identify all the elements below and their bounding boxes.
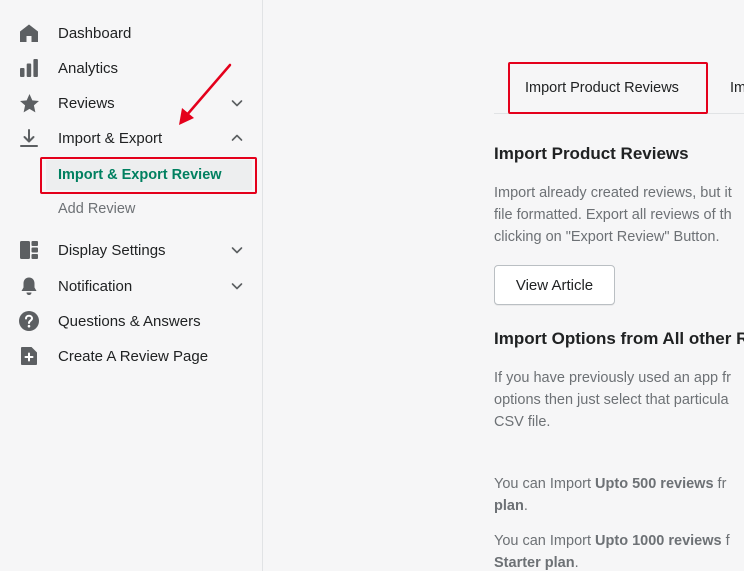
sidebar-item-label: Reviews [58, 94, 115, 112]
sidebar-item-label: Import & Export [58, 129, 163, 147]
section-description: If you have previously used an app fr op… [494, 367, 731, 433]
plan-text: f [721, 533, 730, 549]
tab-import-other[interactable]: Im [730, 62, 744, 114]
plan-limit: Upto 1000 reviews [595, 533, 722, 549]
chevron-down-icon[interactable] [229, 278, 245, 294]
download-icon [18, 127, 40, 149]
home-icon [18, 22, 40, 44]
main-content: Import Product Reviews Im Import Product… [264, 0, 744, 571]
chevron-up-icon[interactable] [229, 130, 245, 146]
plan-text: You can Import [494, 533, 596, 549]
plan-text: You can Import [494, 476, 596, 492]
plan-name: plan [494, 498, 524, 514]
sidebar-item-label: Create A Review Page [58, 347, 209, 365]
plan-limit-text: You can Import Upto 1000 reviews f Start… [494, 533, 730, 571]
description-line: file formatted. Export all reviews of th [494, 207, 732, 223]
tab-bar: Import Product Reviews Im [494, 62, 744, 114]
tab-label: Import Product Reviews [525, 80, 679, 96]
tab-import-product-reviews[interactable]: Import Product Reviews [525, 62, 679, 114]
sidebar-item-label: Analytics [58, 59, 119, 77]
add-page-icon [18, 345, 40, 367]
sidebar-item-create-review-page[interactable]: Create A Review Page [0, 341, 263, 371]
plan-limit-text: You can Import Upto 500 reviews fr plan. [494, 476, 727, 514]
sidebar-subitem-add-review[interactable]: Add Review [46, 194, 252, 224]
star-icon [18, 92, 40, 114]
sidebar-item-label: Display Settings [58, 241, 166, 259]
layout-icon [18, 239, 40, 261]
plan-name: Starter plan [494, 555, 575, 571]
description-line: options then just select that particula [494, 392, 729, 408]
section-description: Import already created reviews, but it f… [494, 182, 732, 248]
chevron-down-icon[interactable] [229, 242, 245, 258]
sidebar-subitem-label: Import & Export Review [58, 167, 222, 183]
bell-icon [18, 275, 40, 297]
section-heading: Import Product Reviews [494, 144, 689, 163]
sidebar-item-label: Questions & Answers [58, 312, 201, 330]
section-heading: Import Options from All other R [494, 329, 744, 348]
sidebar-item-notification[interactable]: Notification [0, 271, 263, 301]
plan-text: fr [713, 476, 727, 492]
sidebar-item-label: Notification [58, 277, 133, 295]
sidebar-subitem-import-export-review[interactable]: Import & Export Review [46, 160, 252, 190]
description-line: Import already created reviews, but it [494, 185, 732, 201]
view-article-button[interactable]: View Article [494, 265, 615, 305]
description-line: If you have previously used an app fr [494, 370, 731, 386]
sidebar-subitem-label: Add Review [58, 201, 136, 217]
tab-label: Im [730, 80, 744, 96]
description-line: clicking on "Export Review" Button. [494, 229, 720, 245]
sidebar-item-display-settings[interactable]: Display Settings [0, 235, 263, 265]
plan-limit: Upto 500 reviews [595, 476, 714, 492]
sidebar-item-questions-answers[interactable]: Questions & Answers [0, 306, 263, 336]
bar-chart-icon [18, 57, 40, 79]
sidebar-item-label: Dashboard [58, 24, 132, 42]
sidebar-item-dashboard[interactable]: Dashboard [0, 18, 263, 48]
annotation-arrow-icon [179, 63, 232, 125]
description-line: CSV file. [494, 414, 551, 430]
question-circle-icon [18, 310, 40, 332]
